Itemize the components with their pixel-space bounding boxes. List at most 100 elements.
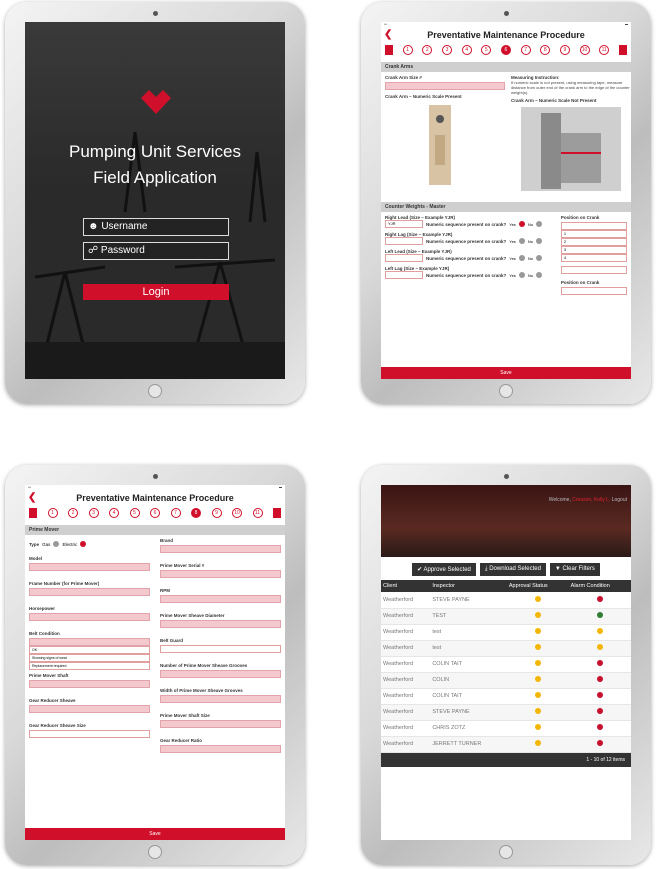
table-row[interactable]: Weatherford test [381, 640, 631, 657]
back-chevron-icon[interactable]: ❮ [28, 491, 36, 505]
electric-radio[interactable] [80, 541, 87, 547]
login-button[interactable]: Login [83, 284, 229, 300]
no-radio[interactable] [535, 255, 542, 261]
download-selected-button[interactable]: ⤓ Download Selected [479, 563, 546, 576]
step-next-arrow-icon[interactable] [273, 508, 281, 518]
model-input[interactable] [29, 563, 150, 571]
table-row[interactable]: Weatherford JERRETT TURNER [381, 736, 631, 753]
clear-filters-button[interactable]: ▼ Clear Filters [549, 563, 600, 576]
position-option[interactable]: 4 [560, 254, 627, 262]
belt-condition-select[interactable] [29, 638, 150, 646]
step-1[interactable]: 1 [47, 508, 58, 518]
sheave-diameter-select[interactable] [160, 620, 281, 628]
gear-reducer-sheave-size-input[interactable] [29, 730, 150, 738]
step-2[interactable]: 2 [68, 508, 78, 518]
user-name[interactable]: Creason, Kelly L. [572, 497, 610, 503]
step-11[interactable]: 11 [599, 45, 610, 55]
step-4[interactable]: 4 [461, 45, 472, 55]
no-radio[interactable] [535, 272, 542, 278]
table-row[interactable]: Weatherford COLIN TAIT [381, 688, 631, 705]
gas-radio[interactable] [53, 541, 60, 547]
user-greeting: Welcome, Creason, Kelly L. Logout [549, 497, 627, 503]
belt-option[interactable]: Showing signs of wear [29, 654, 150, 662]
position-option[interactable]: 1 [560, 230, 627, 238]
step-3[interactable]: 3 [88, 508, 99, 518]
save-button[interactable]: Save [381, 367, 631, 379]
cw-size-input[interactable] [385, 254, 423, 262]
no-radio[interactable] [535, 238, 542, 244]
gear-reducer-sheave-select[interactable] [29, 705, 150, 713]
step-10[interactable]: 10 [232, 508, 242, 518]
shaft-size-input[interactable] [160, 720, 281, 728]
step-prev-arrow-icon[interactable] [385, 45, 393, 55]
no-radio[interactable] [535, 221, 542, 227]
cw-size-input[interactable] [385, 271, 423, 279]
step-11[interactable]: 11 [252, 508, 263, 518]
brand-input[interactable] [160, 545, 281, 553]
logout-link[interactable]: Logout [612, 497, 627, 503]
cw-size-input[interactable]: YJR [385, 220, 423, 228]
serial-input[interactable] [160, 570, 281, 578]
approval-status-cell [506, 672, 569, 689]
save-button[interactable]: Save [25, 828, 285, 840]
table-row[interactable]: Weatherford STEVE PAYNE [381, 592, 631, 609]
cw-size-input[interactable] [385, 237, 423, 245]
grooves-number-select[interactable] [160, 670, 281, 678]
step-prev-arrow-icon[interactable] [29, 508, 37, 518]
grooves-width-select[interactable] [160, 695, 281, 703]
step-6[interactable]: 6 [150, 508, 160, 518]
position-select[interactable] [560, 287, 627, 295]
step-8[interactable]: 8 [191, 508, 201, 518]
table-row[interactable]: Weatherford test [381, 624, 631, 641]
col-client[interactable]: Client [381, 580, 431, 592]
prime-mover-shaft-select[interactable] [29, 680, 150, 688]
rpm-input[interactable] [160, 595, 281, 603]
yes-radio[interactable] [518, 272, 525, 278]
back-chevron-icon[interactable]: ❮ [384, 28, 392, 42]
table-row[interactable]: Weatherford COLIN [381, 672, 631, 689]
horsepower-input[interactable] [29, 613, 150, 621]
step-5[interactable]: 5 [129, 508, 140, 518]
col-alarm-condition[interactable]: Alarm Condition [568, 580, 631, 592]
approve-selected-button[interactable]: ✔ Approve Selected [412, 563, 476, 576]
position-option[interactable]: 2 [560, 238, 627, 246]
step-4[interactable]: 4 [109, 508, 119, 518]
step-1[interactable]: 1 [402, 45, 413, 55]
yes-radio[interactable] [518, 255, 525, 261]
step-10[interactable]: 10 [579, 45, 590, 55]
password-input[interactable]: ☍ Password [83, 242, 229, 260]
belt-guard-select[interactable] [160, 645, 281, 653]
step-8[interactable]: 8 [540, 45, 551, 55]
step-9[interactable]: 9 [559, 45, 570, 55]
col-inspector[interactable]: Inspector [430, 580, 507, 592]
position-select[interactable] [560, 222, 627, 230]
step-3[interactable]: 3 [441, 45, 452, 55]
step-5[interactable]: 5 [481, 45, 492, 55]
model-label: Model [29, 556, 42, 561]
alarm-condition-dot-icon [596, 708, 603, 714]
position-option[interactable]: 3 [560, 246, 627, 254]
alarm-condition-dot-icon [596, 692, 603, 698]
table-row[interactable]: Weatherford STEVE PAYNE [381, 704, 631, 721]
step-6[interactable]: 6 [500, 45, 511, 55]
step-7[interactable]: 7 [170, 508, 181, 518]
gear-ratio-input[interactable] [160, 745, 281, 753]
frame-number-input[interactable] [29, 588, 150, 596]
username-input[interactable]: ☻ Username [83, 218, 229, 236]
belt-option[interactable]: Replacement required [29, 662, 150, 670]
yes-radio[interactable] [518, 221, 525, 227]
table-row[interactable]: Weatherford TEST [381, 608, 631, 625]
table-row[interactable]: Weatherford CHRIS ZOTZ [381, 720, 631, 737]
step-2[interactable]: 2 [422, 45, 433, 55]
lock-icon: ☍ [88, 245, 99, 256]
table-row[interactable]: Weatherford COLIN TAIT [381, 656, 631, 673]
step-9[interactable]: 9 [211, 508, 222, 518]
crank-size-input[interactable] [385, 82, 505, 90]
step-7[interactable]: 7 [520, 45, 531, 55]
col-approval-status[interactable]: Approval Status [506, 580, 569, 592]
position-label: Position on Crank [560, 215, 600, 220]
position-select[interactable] [560, 266, 627, 274]
yes-radio[interactable] [518, 238, 525, 244]
step-next-arrow-icon[interactable] [618, 45, 627, 55]
belt-option[interactable]: OK [29, 646, 150, 654]
